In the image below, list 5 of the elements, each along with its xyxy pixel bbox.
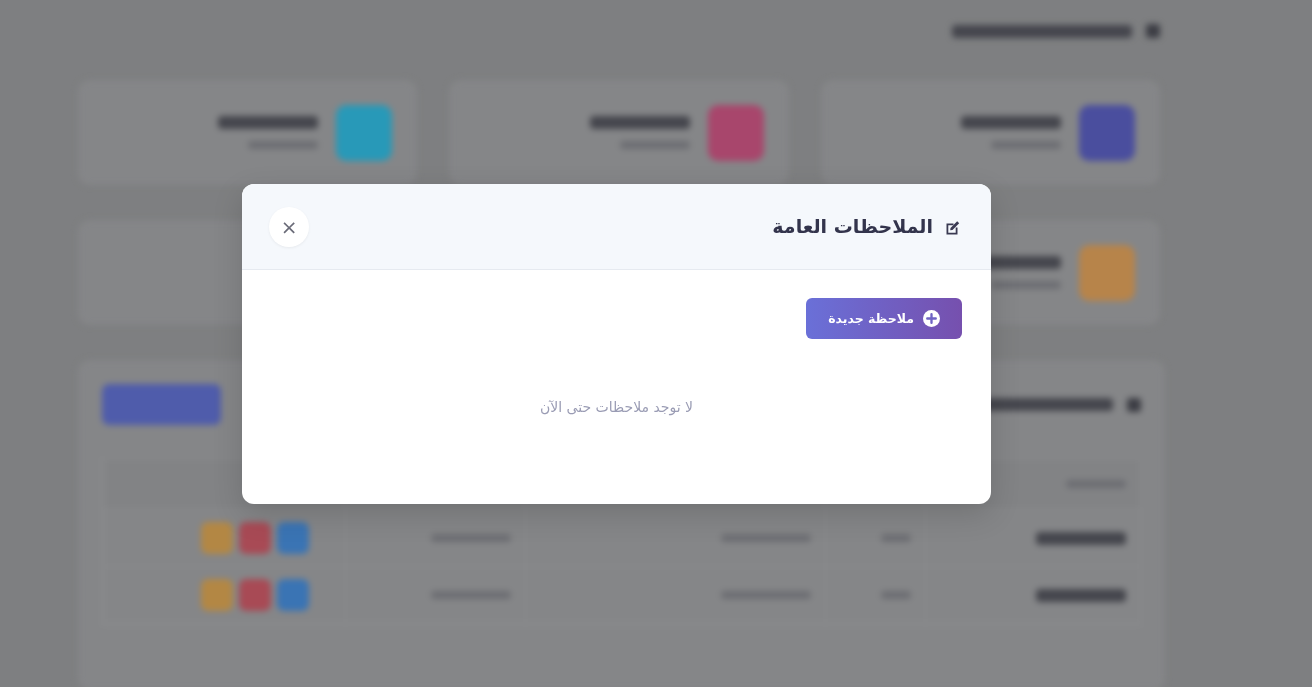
plus-circle-icon <box>923 310 940 327</box>
close-button[interactable]: × <box>269 206 309 247</box>
dialog-title: الملاحظات العامة <box>772 214 933 239</box>
empty-message: لا توجد ملاحظات حتى الآن <box>538 398 695 417</box>
new-note-button[interactable]: ملاحظة جديدة <box>806 298 962 339</box>
